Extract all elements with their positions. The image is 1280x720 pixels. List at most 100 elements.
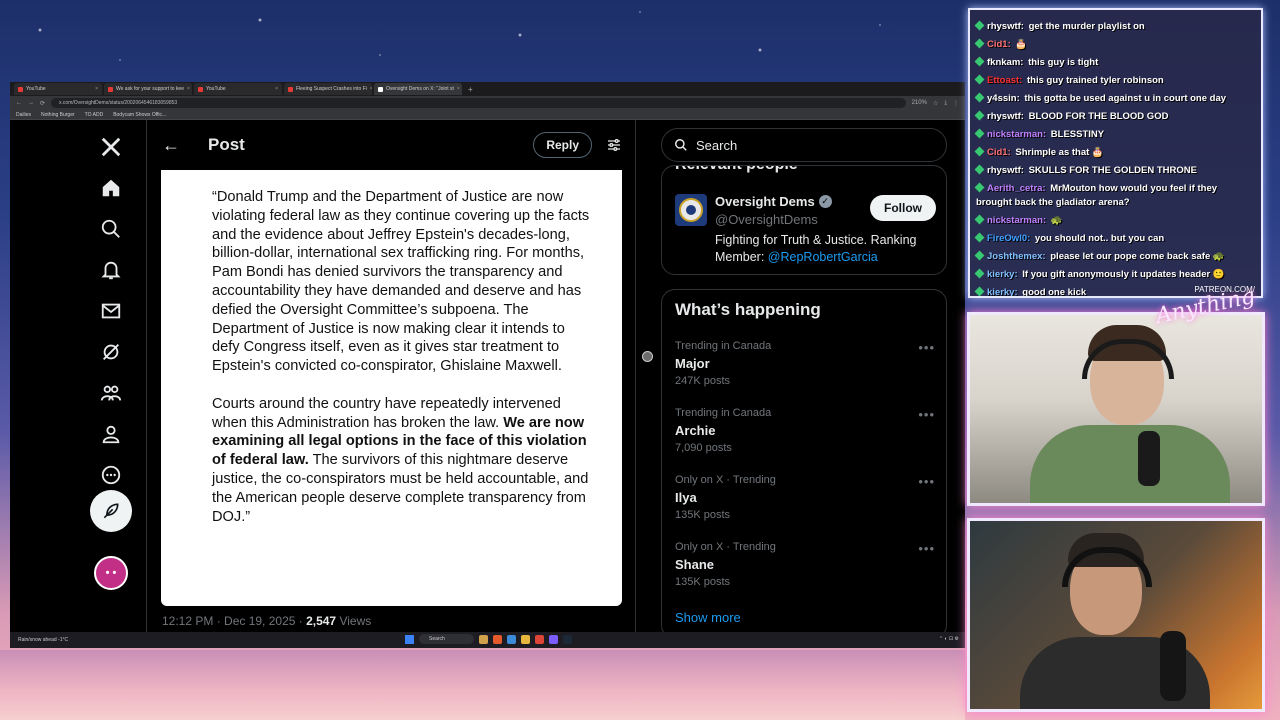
chat-text: good one kick	[1019, 287, 1087, 298]
chat-username[interactable]: nickstarman:	[987, 215, 1046, 226]
chat-username[interactable]: Cid1:	[987, 147, 1011, 158]
right-sidebar: Relevant people Oversight Dems✓ @Oversig…	[650, 120, 965, 639]
compose-post-button[interactable]	[90, 490, 132, 532]
firefox-icon[interactable]	[493, 634, 502, 644]
chat-username[interactable]: FireOwl0:	[987, 233, 1030, 244]
chat-username[interactable]: Aerith_cetra:	[987, 183, 1046, 194]
chat-username[interactable]: Ettoast:	[987, 75, 1022, 86]
subscriber-badge-icon	[974, 20, 985, 31]
whats-happening-title: What’s happening	[675, 300, 821, 319]
discord-icon[interactable]	[549, 634, 558, 644]
account-avatar[interactable]: • •	[94, 556, 128, 590]
sliders-icon[interactable]	[606, 137, 622, 153]
chat-username[interactable]: kierky:	[987, 269, 1018, 280]
reload-icon[interactable]: ⟳	[40, 100, 45, 107]
chat-message-list: rhyswtf: get the murder playlist on Cid1:…	[974, 18, 1255, 298]
url-field[interactable]: x.com/OversightDems/status/2002064546183…	[51, 98, 906, 108]
close-icon[interactable]: ×	[370, 86, 372, 92]
notifications-bell-icon[interactable]	[90, 249, 132, 291]
zoom-indicator[interactable]: 210%	[912, 100, 927, 106]
chat-username[interactable]: y4ssin:	[987, 93, 1020, 104]
more-options-icon[interactable]: •••	[918, 340, 935, 355]
bookmark-item[interactable]: Dailies	[16, 112, 31, 118]
x-logo-icon	[378, 86, 383, 92]
chat-text: 🐢	[1048, 215, 1063, 226]
trend-item[interactable]: Only on X · Trending Ilya 135K posts •••	[675, 474, 935, 521]
folder-icon[interactable]	[521, 634, 530, 644]
download-icon[interactable]: ⤓	[944, 100, 947, 107]
taskbar-search[interactable]: Search	[419, 634, 474, 644]
chat-username[interactable]: fknkam:	[987, 57, 1023, 68]
post-meta: 12:12 PM · Dec 19, 2025 · 2,547 Views	[162, 614, 372, 628]
chat-message: Joshthemex: please let our pope come bac…	[974, 248, 1255, 266]
follow-button[interactable]: Follow	[870, 195, 936, 221]
new-tab-button[interactable]: +	[468, 85, 473, 94]
back-arrow-icon[interactable]: ←	[162, 135, 202, 156]
stream-chat-overlay: rhyswtf: get the murder playlist on Cid1:…	[968, 8, 1263, 298]
show-more-link[interactable]: Show more	[675, 610, 741, 625]
bookmark-item[interactable]: Nothing Burger	[41, 112, 75, 118]
star-icon[interactable]: ☆	[933, 100, 938, 107]
youtube-icon	[108, 86, 113, 92]
more-options-icon[interactable]: •••	[918, 407, 935, 422]
close-icon[interactable]: ×	[187, 86, 190, 92]
browser-tab[interactable]: We ask for your support to kee ×	[104, 83, 192, 95]
statement-paragraph: “Donald Trump and the Department of Just…	[212, 189, 590, 375]
account-bio: Fighting for Truth & Justice. Ranking Me…	[715, 233, 917, 264]
account-handle[interactable]: @OversightDems	[715, 212, 818, 227]
chat-username[interactable]: rhyswtf:	[987, 21, 1024, 32]
more-options-icon[interactable]: •••	[918, 541, 935, 556]
chat-username[interactable]: kierky:	[987, 287, 1018, 296]
file-explorer-icon[interactable]	[479, 634, 488, 644]
trend-item[interactable]: Trending in Canada Archie 7,090 posts ••…	[675, 407, 935, 454]
chrome-icon[interactable]	[535, 634, 544, 644]
chat-text: this gotta be used against u in court on…	[1021, 93, 1227, 104]
subscriber-badge-icon	[974, 92, 985, 103]
chat-username[interactable]: Cid1:	[987, 39, 1011, 50]
forward-icon[interactable]: →	[28, 100, 34, 106]
post-image-statement[interactable]: “Donald Trump and the Department of Just…	[161, 170, 622, 606]
browser-tab-active[interactable]: Oversight Dems on X: "Joint st ×	[374, 83, 462, 95]
chat-message: kierky: If you gift anonymously it updat…	[974, 266, 1255, 284]
webcam-feed-bottom	[967, 518, 1265, 712]
search-input[interactable]: Search	[661, 128, 947, 162]
chat-username[interactable]: nickstarman:	[987, 129, 1046, 140]
relevant-people-panel: Relevant people Oversight Dems✓ @Oversig…	[661, 165, 947, 275]
chat-username[interactable]: rhyswtf:	[987, 165, 1024, 176]
communities-icon[interactable]	[90, 372, 132, 414]
bookmark-item[interactable]: TO ADD	[85, 112, 104, 118]
bookmarks-bar: Dailies Nothing Burger TO ADD Bodycam Sh…	[10, 110, 965, 120]
chat-text: SKULLS FOR THE GOLDEN THRONE	[1025, 165, 1197, 176]
steam-icon[interactable]	[563, 634, 572, 644]
close-icon[interactable]: ×	[275, 86, 278, 92]
trend-item[interactable]: Only on X · Trending Shane 135K posts ••…	[675, 541, 935, 588]
close-icon[interactable]: ×	[457, 86, 460, 92]
grok-icon[interactable]	[90, 331, 132, 373]
x-logo-icon[interactable]	[90, 126, 132, 168]
account-name[interactable]: Oversight Dems ✓	[715, 194, 832, 209]
bookmark-item[interactable]: Bodycam Shows Offic...	[113, 112, 166, 118]
more-options-icon[interactable]: •••	[918, 474, 935, 489]
trend-item[interactable]: Trending in Canada Major 247K posts •••	[675, 340, 935, 387]
x-page: • • ← Post Reply “Donald Trump and the D…	[10, 120, 965, 639]
bio-mention-link[interactable]: @RepRobertGarcia	[768, 250, 878, 264]
home-icon[interactable]	[90, 167, 132, 209]
browser-tab[interactable]: YouTube ×	[194, 83, 282, 95]
browser-tab[interactable]: YouTube ×	[14, 83, 102, 95]
windows-start-icon[interactable]	[405, 634, 414, 644]
messages-envelope-icon[interactable]	[90, 290, 132, 332]
reply-button[interactable]: Reply	[533, 132, 592, 158]
app-icon[interactable]	[507, 634, 516, 644]
chat-username[interactable]: rhyswtf:	[987, 111, 1024, 122]
chat-username[interactable]: Joshthemex:	[987, 251, 1046, 262]
menu-icon[interactable]: ⋮	[953, 100, 959, 107]
back-icon[interactable]: ←	[16, 100, 22, 106]
weather-widget[interactable]: Rain/snow ahead -1°C	[18, 637, 68, 643]
system-tray[interactable]: ⌃ ◐ ⊡ ⚙	[939, 636, 959, 642]
browser-tab[interactable]: Fleeing Suspect Crashes into Fi ×	[284, 83, 372, 95]
oversight-dems-avatar[interactable]	[675, 194, 707, 226]
close-icon[interactable]: ×	[95, 86, 98, 92]
profile-icon[interactable]	[90, 413, 132, 455]
search-icon[interactable]	[90, 208, 132, 250]
page-title: Post	[208, 135, 245, 154]
